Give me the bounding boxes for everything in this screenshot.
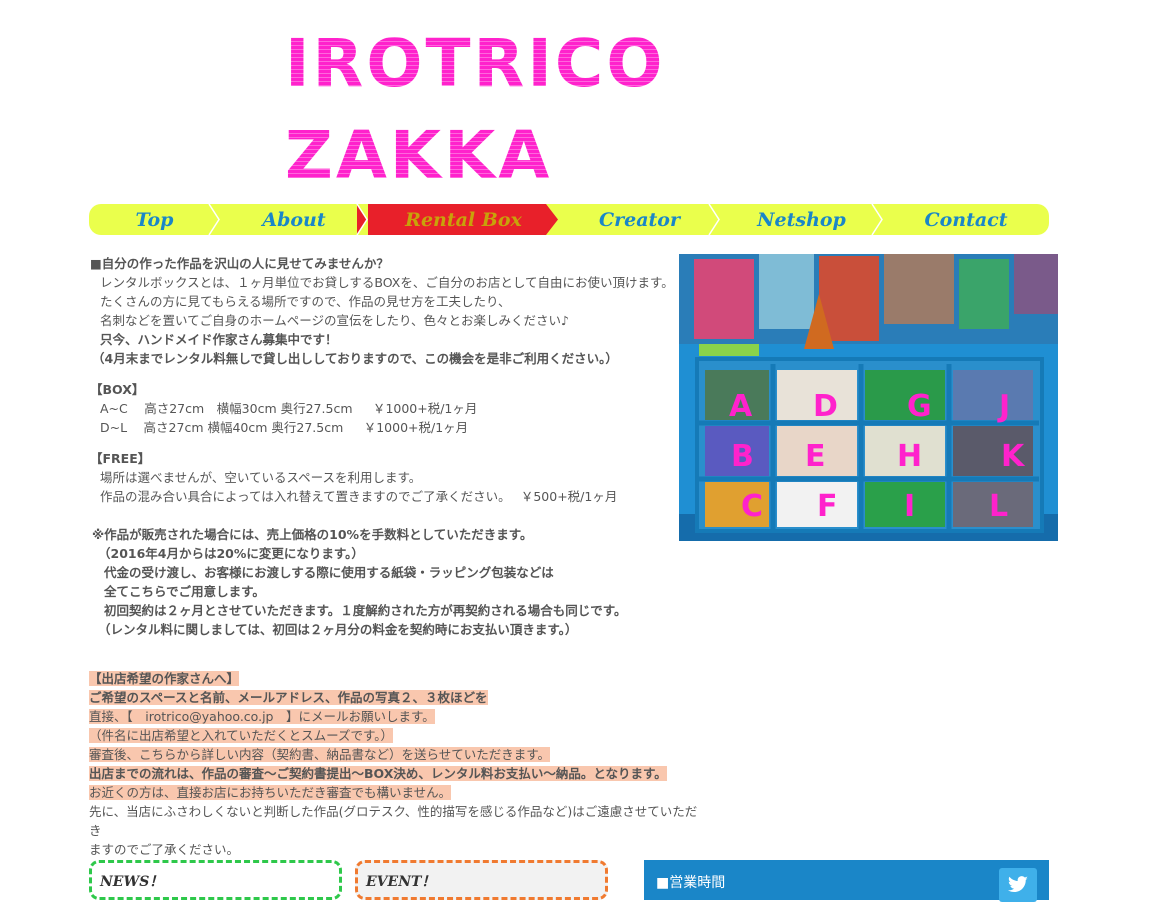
box-row: D~L 高さ27cm 横幅40cm 奥行27.5cm ￥1000+税/1ヶ月	[100, 420, 469, 435]
main-nav: Top About Rental Box Creator Netshop Con…	[89, 204, 1049, 235]
business-hours-panel: ■営業時間	[644, 860, 1049, 902]
box-label-f: F	[817, 489, 838, 524]
nav-rental-box[interactable]: Rental Box	[368, 204, 560, 235]
apply-line: ますのでご了承ください。	[89, 842, 240, 857]
rental-box-shelf-photo: A B C D E F G H I J K L	[679, 254, 1058, 541]
nav-contact-label: Contact	[924, 208, 1008, 231]
apply-line: 審査後、こちらから詳しい内容（契約書、納品書など）を送らせていただきます。	[89, 747, 551, 762]
box-label-b: B	[731, 439, 754, 474]
nav-separator	[208, 204, 220, 235]
nav-rental-box-label: Rental Box	[405, 208, 522, 231]
box-label-k: K	[1001, 439, 1026, 474]
creator-application-info: 【出店希望の作家さんへ】 ご希望のスペースと名前、メールアドレス、作品の写真２、…	[89, 669, 699, 859]
box-label-a: A	[729, 389, 753, 424]
nav-netshop-label: Netshop	[757, 208, 846, 231]
notes-line: 全てこちらでご用意します。	[104, 584, 265, 599]
rental-box-description: ■自分の作った作品を沢山の人に見せてみませんか？ レンタルボックスとは、１ヶ月単…	[90, 254, 680, 639]
nav-separator	[708, 204, 720, 235]
site-logo[interactable]: IROTRICO ZAKKA	[285, 18, 665, 202]
nav-creator[interactable]: Creator	[559, 204, 720, 235]
apply-line: 先に、当店にふさわしくないと判断した作品(グロテスク、性的描写を感じる作品など)…	[89, 804, 698, 838]
logo-line-1: IROTRICO	[285, 25, 666, 102]
event-panel: EVENT！	[355, 860, 608, 900]
nav-top-label: Top	[135, 208, 174, 231]
news-panel: NEWS！	[89, 860, 342, 900]
nav-separator	[871, 204, 883, 235]
apply-email-line[interactable]: 直接、【 irotrico@yahoo.co.jp 】にメールお願いします。	[89, 709, 435, 724]
event-heading: EVENT！	[366, 874, 436, 890]
nav-separator	[356, 204, 368, 235]
notes-line: （レンタル料に関しましては、初回は２ヶ月分の料金を契約時にお支払い頂きます。）	[98, 622, 578, 637]
nav-separator	[546, 204, 560, 235]
intro-line: 名刺などを置いてご自身のホームページの宣伝をしたり、色々とお楽しみください♪	[100, 313, 569, 328]
box-label-c: C	[741, 489, 763, 524]
intro-line: （4月末までレンタル料無しで貸し出ししておりますので、この機会を是非ご利用くださ…	[92, 351, 618, 366]
apply-heading: 【出店希望の作家さんへ】	[89, 671, 240, 686]
apply-line: 出店までの流れは、作品の審査～ご契約書提出～BOX決め、レンタル料お支払い～納品…	[89, 766, 667, 781]
box-label-d: D	[813, 389, 838, 424]
box-label-j: J	[997, 389, 1010, 424]
logo-line-2: ZAKKA	[285, 117, 553, 194]
free-heading: 【FREE】	[90, 451, 151, 466]
box-label-g: G	[907, 389, 932, 424]
intro-line: レンタルボックスとは、１ヶ月単位でお貸しするBOXを、ご自分のお店として自由にお…	[100, 275, 674, 290]
notes-line: ※作品が販売された場合には、売上価格の10%を手数料としていただきます。	[92, 527, 533, 542]
box-label-h: H	[897, 439, 922, 474]
box-heading: 【BOX】	[90, 382, 145, 397]
box-label-i: I	[904, 489, 915, 524]
notes-line: 初回契約は２ヶ月とさせていただきます。１度解約された方が再契約される場合も同じで…	[104, 603, 627, 618]
free-line: 作品の混み合い具合によっては入れ替えて置きますのでご了承ください。 ￥500+税…	[100, 489, 618, 504]
box-label-l: L	[989, 489, 1008, 524]
apply-line: お近くの方は、直接お店にお持ちいただき審査でも構いません。	[89, 785, 452, 800]
nav-about[interactable]: About	[220, 204, 368, 235]
shelf-illustration: A B C D E F G H I J K L	[679, 254, 1058, 541]
intro-line: たくさんの方に見てもらえる場所ですので、作品の見せ方を工夫したり、	[100, 294, 511, 309]
nav-creator-label: Creator	[599, 208, 680, 231]
box-row: A~C 高さ27cm 横幅30cm 奥行27.5cm ￥1000+税/1ヶ月	[100, 401, 478, 416]
free-line: 場所は選べませんが、空いているスペースを利用します。	[100, 470, 422, 485]
apply-line: ご希望のスペースと名前、メールアドレス、作品の写真２、３枚ほどを	[89, 690, 488, 705]
news-heading: NEWS！	[100, 874, 164, 890]
notes-line: 代金の受け渡し、お客様にお渡しする際に使用する紙袋・ラッピング包装などは	[104, 565, 554, 580]
intro-heading: ■自分の作った作品を沢山の人に見せてみませんか？	[90, 256, 389, 271]
box-label-e: E	[805, 439, 826, 474]
notes-line: （2016年4月からは20%に変更になります。）	[98, 546, 364, 561]
twitter-bird-glyph	[1008, 876, 1028, 893]
business-hours-heading: ■営業時間	[656, 875, 726, 891]
apply-line: （件名に出店希望と入れていただくとスムーズです。）	[89, 728, 394, 743]
nav-top[interactable]: Top	[89, 204, 220, 235]
nav-contact[interactable]: Contact	[883, 204, 1049, 235]
intro-line: 只今、ハンドメイド作家さん募集中です！	[100, 332, 338, 347]
nav-netshop[interactable]: Netshop	[720, 204, 883, 235]
nav-about-label: About	[262, 208, 326, 231]
